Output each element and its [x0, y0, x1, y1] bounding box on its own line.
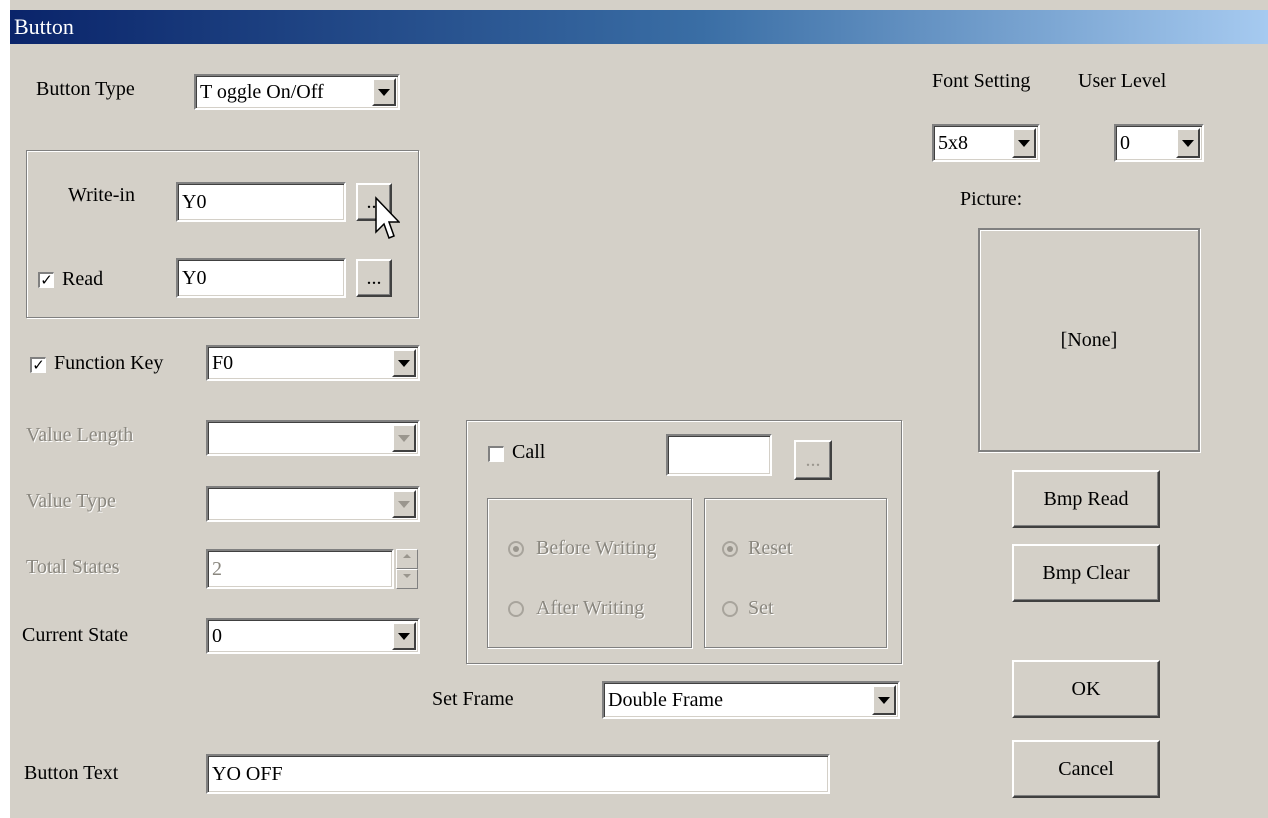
- write-timing-group: [487, 498, 692, 648]
- function-key-select[interactable]: F0: [206, 345, 420, 381]
- picture-preview: [None]: [978, 228, 1200, 452]
- function-key-value: F0: [212, 352, 234, 374]
- chevron-down-icon[interactable]: [392, 490, 416, 518]
- read-checkbox[interactable]: ✓: [38, 272, 54, 288]
- call-browse-button[interactable]: ...: [794, 440, 832, 480]
- current-state-select[interactable]: 0: [206, 618, 420, 654]
- before-writing-radio[interactable]: [508, 541, 524, 557]
- cancel-button[interactable]: Cancel: [1012, 740, 1160, 798]
- picture-label: Picture:: [960, 188, 1023, 210]
- set-label: Set: [748, 597, 774, 619]
- window-title: Button: [14, 14, 74, 39]
- button-text-label: Button Text: [24, 762, 119, 784]
- set-radio[interactable]: [722, 601, 738, 617]
- font-setting-label: Font Setting: [932, 70, 1031, 92]
- reset-radio[interactable]: [722, 541, 738, 557]
- spin-up-icon[interactable]: [396, 549, 418, 569]
- before-writing-label: Before Writing: [536, 537, 657, 559]
- total-states-label: Total States: [26, 556, 120, 578]
- title-bar: Button: [10, 10, 1268, 44]
- after-writing-radio[interactable]: [508, 601, 524, 617]
- set-frame-label: Set Frame: [432, 688, 514, 710]
- font-setting-select[interactable]: 5x8: [932, 124, 1040, 162]
- chevron-down-icon[interactable]: [392, 349, 416, 377]
- chevron-down-icon[interactable]: [372, 78, 396, 106]
- set-frame-value: Double Frame: [608, 689, 723, 711]
- chevron-down-icon[interactable]: [1012, 128, 1036, 158]
- user-level-value: 0: [1120, 132, 1130, 154]
- read-label: Read: [62, 268, 104, 290]
- bmp-read-button[interactable]: Bmp Read: [1012, 470, 1160, 528]
- font-setting-value: 5x8: [938, 132, 968, 154]
- ok-button[interactable]: OK: [1012, 660, 1160, 718]
- mouse-cursor-icon: [375, 196, 400, 239]
- spin-down-icon[interactable]: [396, 569, 418, 589]
- value-length-label: Value Length: [26, 424, 134, 446]
- chevron-down-icon[interactable]: [1176, 128, 1200, 158]
- button-dialog: Button Button Type T oggle On/Off Write-…: [0, 0, 1268, 818]
- total-states-field[interactable]: 2: [206, 549, 394, 589]
- bmp-clear-button[interactable]: Bmp Clear: [1012, 544, 1160, 602]
- user-level-select[interactable]: 0: [1114, 124, 1204, 162]
- button-type-value: T oggle On/Off: [200, 81, 324, 103]
- value-length-select[interactable]: [206, 420, 420, 456]
- chevron-down-icon[interactable]: [872, 685, 896, 715]
- value-type-select[interactable]: [206, 486, 420, 522]
- total-states-spinner[interactable]: [396, 549, 418, 589]
- chevron-down-icon[interactable]: [392, 424, 416, 452]
- function-key-checkbox[interactable]: ✓: [30, 357, 46, 373]
- current-state-label: Current State: [22, 624, 129, 646]
- button-text-field[interactable]: YO OFF: [206, 754, 830, 794]
- chevron-down-icon[interactable]: [392, 622, 416, 650]
- read-browse-button[interactable]: ...: [356, 259, 392, 297]
- value-type-label: Value Type: [26, 490, 116, 512]
- button-type-select[interactable]: T oggle On/Off: [194, 74, 400, 110]
- call-label: Call: [512, 441, 546, 463]
- left-margin: [0, 0, 10, 818]
- user-level-label: User Level: [1078, 70, 1167, 92]
- button-type-label: Button Type: [36, 78, 135, 100]
- picture-value: [None]: [1060, 328, 1118, 351]
- reset-label: Reset: [748, 537, 793, 559]
- reset-set-group: [704, 498, 887, 648]
- set-frame-select[interactable]: Double Frame: [602, 681, 900, 719]
- write-in-field[interactable]: Y0: [176, 182, 346, 222]
- call-checkbox[interactable]: [488, 446, 504, 462]
- after-writing-label: After Writing: [536, 597, 645, 619]
- current-state-value: 0: [212, 625, 222, 647]
- function-key-label: Function Key: [54, 352, 164, 374]
- write-in-label: Write-in: [68, 184, 135, 206]
- call-field[interactable]: [666, 434, 772, 476]
- read-field[interactable]: Y0: [176, 258, 346, 298]
